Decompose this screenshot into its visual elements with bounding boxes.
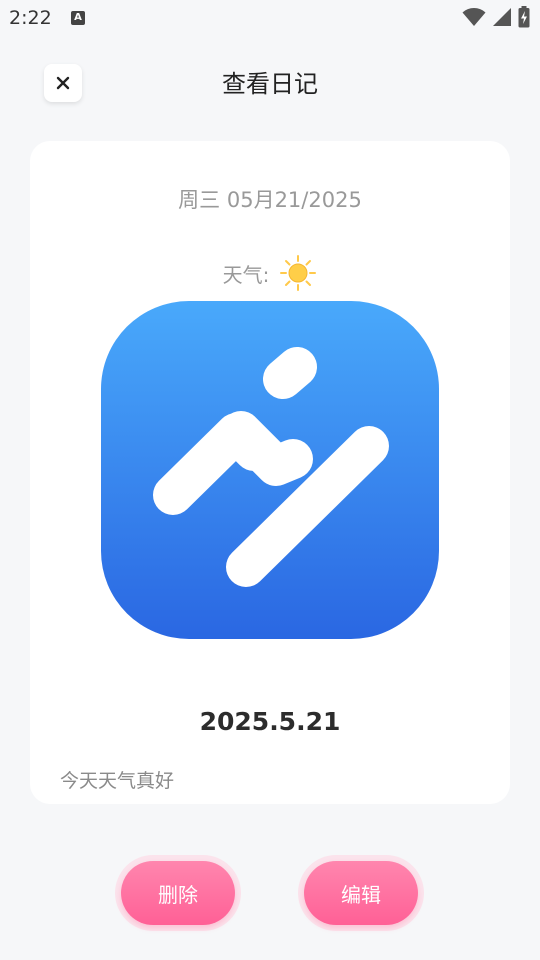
status-bar: 2:22 A bbox=[0, 0, 540, 36]
battery-charging-icon bbox=[518, 6, 530, 28]
delete-button-wrapper: 删除 bbox=[115, 855, 241, 931]
diary-card: 周三 05月21/2025 天气: 2025.5.21 今天天气真好 bbox=[30, 141, 510, 804]
weather-label: 天气: bbox=[222, 262, 270, 287]
diary-title: 2025.5.21 bbox=[199, 707, 341, 736]
diary-image bbox=[101, 301, 439, 639]
sun-icon bbox=[280, 255, 317, 291]
delete-button[interactable]: 删除 bbox=[121, 861, 235, 925]
page-title: 查看日记 bbox=[222, 70, 318, 98]
cell-signal-icon bbox=[493, 8, 511, 26]
diary-content: 今天天气真好 bbox=[60, 770, 175, 792]
wifi-icon bbox=[462, 8, 486, 26]
weather-row: 天气: bbox=[30, 254, 510, 292]
diary-date: 周三 05月21/2025 bbox=[178, 188, 362, 212]
status-right-icons bbox=[462, 6, 530, 28]
edit-button-wrapper: 编辑 bbox=[298, 855, 424, 931]
accessibility-a-icon: A bbox=[71, 11, 85, 25]
status-time: 2:22 bbox=[9, 7, 52, 29]
edit-button[interactable]: 编辑 bbox=[304, 861, 418, 925]
